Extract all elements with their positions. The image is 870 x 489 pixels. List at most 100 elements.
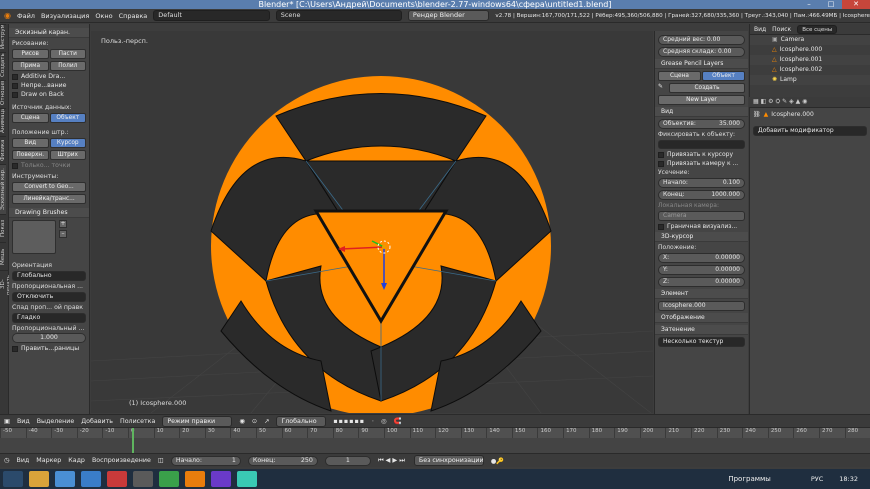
falloff-select[interactable]: Гладко [12,313,86,323]
object-source-button[interactable]: Объект [49,113,86,123]
tab-create[interactable]: Создать [0,52,6,80]
draw-back-checkbox[interactable]: Draw on Back [12,91,86,98]
ie-icon[interactable] [55,471,75,487]
additive-checkbox[interactable]: Additive Dra... [12,73,86,80]
erase-button[interactable]: Пасти [49,49,86,59]
tab-relations[interactable]: Отношения [0,80,6,108]
menu-help[interactable]: Справка [119,12,148,20]
brush-preview[interactable] [12,220,56,254]
lock-cursor-checkbox[interactable]: Привязать к курсору [658,151,745,158]
timeline-menu-view[interactable]: Вид [17,457,30,464]
start-frame-field[interactable]: Начало: 1 [170,455,241,466]
tab-physics[interactable]: Физика [0,136,6,164]
playback-controls-icon[interactable]: ⏮◀▶⏭ [378,457,407,465]
menu-mesh[interactable]: Полисетка [120,418,155,425]
render-border-checkbox[interactable]: Граничная визуализ... [658,223,745,230]
line-button[interactable]: Прима [12,61,49,71]
new-layer-button[interactable]: New Layer [658,95,745,105]
remove-brush-icon[interactable]: – [59,230,67,238]
ruler-button[interactable]: Линейка/транс... [12,194,86,204]
continuous-checkbox[interactable]: Непре...вание [12,82,86,89]
snap-icon[interactable]: 🧲 [394,417,402,425]
shading-select[interactable]: Несколько текстур [658,337,745,347]
menu-render[interactable]: Визуализация [41,12,89,20]
taskbar-app-icon[interactable] [107,471,127,487]
convert-button[interactable]: Convert to Geo... [12,182,86,192]
end-frame-field[interactable]: Конец: 250 [247,455,318,466]
timeline-ruler[interactable]: -50-40-30-20-100102030405060708090100110… [0,428,870,438]
edit-boundary-checkbox[interactable]: Править...раницы [12,345,86,352]
render-engine-select[interactable]: Рендер Blender [407,10,490,21]
gp-scene-tab[interactable]: Сцена [658,71,701,81]
3d-viewport[interactable]: Польз.-персп. (1) Icosphere.000 [91,31,653,413]
cursor-placement-button[interactable]: Курсор [49,138,86,148]
outliner-view-menu[interactable]: Вид [754,26,766,33]
layout-selector[interactable]: Default [153,10,270,21]
create-button[interactable]: Создать [669,83,745,93]
tab-grease-pencil[interactable]: Эскизный кар. [0,164,6,214]
panel-shading[interactable]: Затенение [655,325,748,335]
range-icon[interactable]: ◫ [158,457,164,464]
pencil-icon[interactable]: ✎ [658,83,668,93]
tab-tools[interactable]: Инструменты [0,24,6,52]
taskbar-app-icon[interactable] [237,471,257,487]
clip-end-field[interactable]: Конец: 1000.000 [658,190,745,200]
outliner-item-lamp[interactable]: ✺ Lamp [750,75,870,85]
surface-placement-button[interactable]: Поверхн. [12,150,49,160]
lens-field[interactable]: Объектив: 35.000 [658,119,745,129]
manipulator-icon[interactable]: ↗ [264,418,269,425]
outliner-display-select[interactable]: Все сцены [797,24,838,34]
blender-taskbar-icon[interactable] [185,471,205,487]
taskbar-app-icon[interactable] [81,471,101,487]
panel-gp-layers[interactable]: Grease Pencil Layers [655,59,748,69]
outliner-item-icosphere-001[interactable]: △ Icosphere.001 [750,55,870,65]
gp-object-tab[interactable]: Объект [702,71,745,81]
panel-display[interactable]: Отображение [655,313,748,323]
timeline-menu-marker[interactable]: Маркер [36,457,61,464]
shading-icon[interactable]: ◉ [239,418,245,425]
orientation-select[interactable]: Глобально [12,271,86,281]
current-frame-marker[interactable] [132,428,134,454]
mean-weight-field[interactable]: Средний вес: 0.00 [658,35,745,45]
only-points-checkbox[interactable]: Только... точки [12,162,86,169]
panel-grease-pencil[interactable]: Эскизный каран. [9,28,89,38]
current-frame-field[interactable]: 1 [324,455,371,466]
language-indicator[interactable]: РУС [811,475,823,483]
panel-3d-cursor[interactable]: 3D-курсор [655,232,748,242]
panel-item[interactable]: Элемент [655,289,748,299]
outliner-item-icosphere-002[interactable]: △ Icosphere.002 [750,65,870,75]
taskbar-app-icon[interactable] [159,471,179,487]
add-brush-icon[interactable]: + [59,220,67,228]
minimize-button[interactable]: – [798,0,820,9]
sync-select[interactable]: Без синхронизации [413,455,484,466]
timeline[interactable]: -50-40-30-20-100102030405060708090100110… [0,427,870,454]
keying-icon[interactable]: ●🔑 [491,457,504,465]
proportional-icon[interactable]: ◎ [381,418,387,425]
item-name-field[interactable]: Icosphere.000 [658,301,745,311]
cursor-x-field[interactable]: X: 0.00000 [658,253,745,263]
programs-label[interactable]: Программы [728,475,771,483]
taskbar-app-icon[interactable] [133,471,153,487]
menu-window[interactable]: Окно [95,12,112,20]
lock-camera-checkbox[interactable]: Привязать камеру к ... [658,160,745,167]
draw-button[interactable]: Рисов [12,49,49,59]
transform-orientation-select[interactable]: Глобально [276,415,327,427]
outliner-item-camera[interactable]: ▣ Camera [750,35,870,45]
blender-icon[interactable]: ◉ [4,11,11,20]
panel-drawing-brushes[interactable]: Drawing Brushes [9,208,89,218]
close-button[interactable]: ✕ [842,0,870,9]
timeline-editor-icon[interactable]: ◷ [4,457,10,464]
pivot-icon[interactable]: ⊙ [252,418,257,425]
mean-crease-field[interactable]: Средняя складк: 0.00 [658,47,745,57]
tab-display[interactable]: Показ [0,214,6,242]
explorer-icon[interactable] [29,471,49,487]
timeline-menu-playback[interactable]: Воспроизведение [92,457,151,464]
vertex-select-icon[interactable]: ⋅ [372,418,374,425]
start-icon[interactable] [3,471,23,487]
clock[interactable]: 18:32 [839,475,858,483]
clip-start-field[interactable]: Начало: 0.100 [658,178,745,188]
tab-animation[interactable]: Анимация [0,108,6,136]
maximize-button[interactable]: □ [820,0,842,9]
menu-add[interactable]: Добавить [81,418,113,425]
taskbar-app-icon[interactable] [211,471,231,487]
